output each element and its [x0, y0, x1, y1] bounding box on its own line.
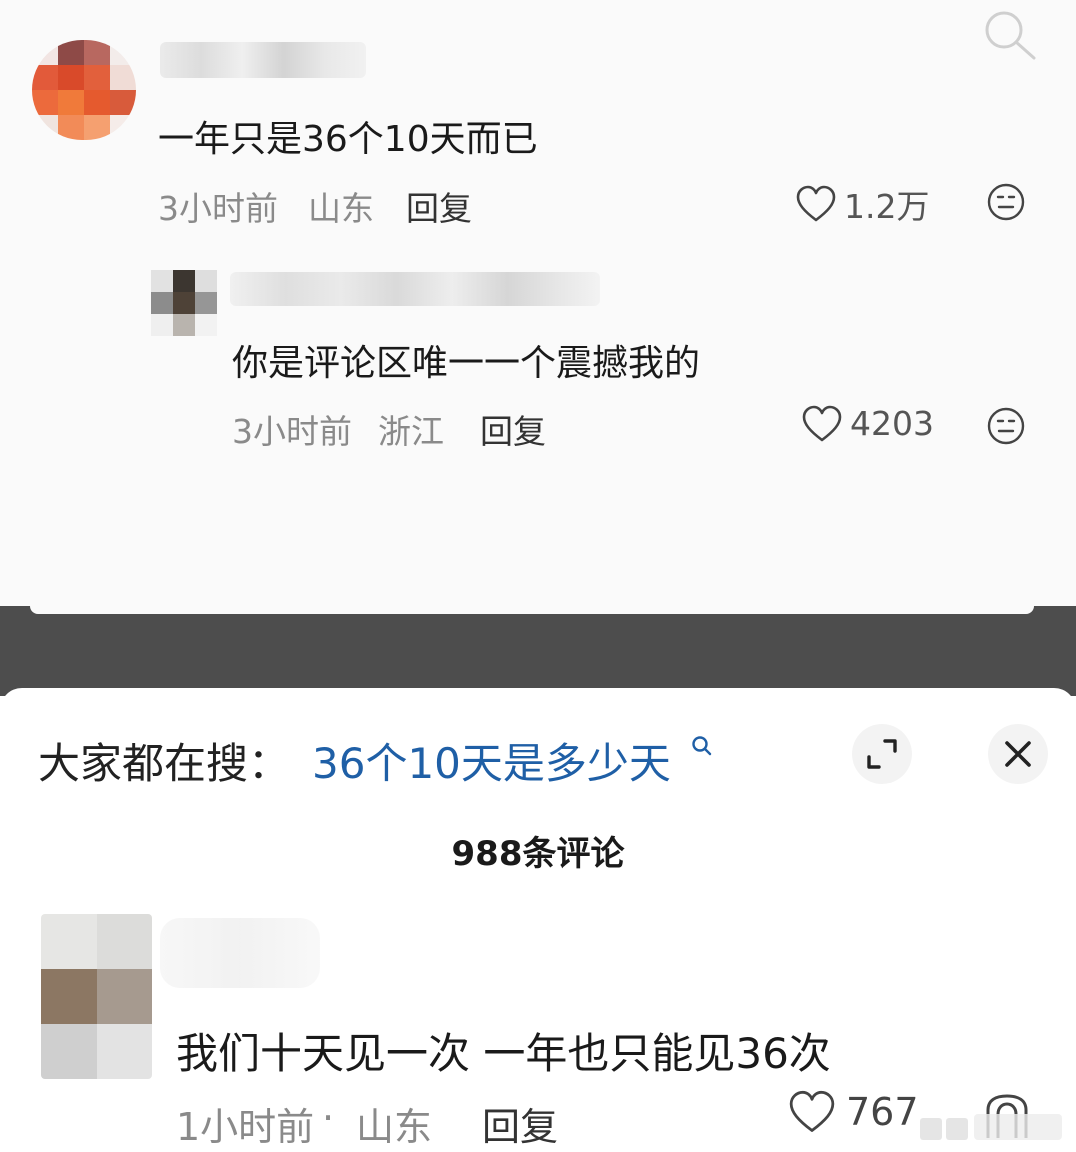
emoji-icon[interactable]: [986, 182, 1026, 222]
watermark-logo: [920, 1114, 1062, 1140]
heart-icon: [796, 185, 836, 222]
reply-button[interactable]: 回复: [406, 182, 472, 230]
avatar[interactable]: [32, 40, 136, 140]
expand-button[interactable]: [852, 724, 912, 784]
heart-icon: [802, 405, 842, 441]
reply-time: 3小时前: [232, 412, 352, 451]
comment-text: 一年只是36个10天而已: [158, 119, 538, 160]
like-button[interactable]: 4203: [802, 404, 934, 443]
avatar[interactable]: [41, 914, 152, 1079]
like-button[interactable]: 1.2万: [796, 180, 929, 228]
heart-icon: [789, 1090, 835, 1132]
reply-location: 浙江: [378, 412, 444, 451]
comment-time: 3小时前: [158, 189, 278, 228]
username-blurred: [160, 918, 320, 988]
comment-time: 1小时前: [176, 1105, 315, 1149]
close-button[interactable]: [988, 724, 1048, 784]
username-blurred: [160, 42, 366, 78]
trending-search-label: 大家都在搜：: [38, 739, 291, 788]
like-count: 4203: [850, 404, 934, 443]
comment-count: 988条评论: [451, 834, 625, 874]
screenshot-divider: [0, 606, 1076, 696]
close-icon: [1005, 741, 1031, 767]
comment-location: 山东: [356, 1105, 433, 1149]
meta-separator: ·: [322, 1096, 335, 1140]
reply-text: 你是评论区唯一一个震撼我的: [232, 343, 701, 384]
like-count: 1.2万: [844, 187, 930, 226]
comment-text: 我们十天见一次 一年也只能见36次: [176, 1029, 831, 1078]
reply-button[interactable]: 回复: [480, 405, 546, 453]
avatar[interactable]: [151, 270, 217, 336]
divider-edge: [30, 606, 1034, 614]
like-count: 767: [846, 1090, 919, 1134]
comment-location: 山东: [308, 189, 374, 228]
like-button[interactable]: 767: [788, 1090, 919, 1134]
expand-icon: [867, 739, 897, 769]
emoji-icon[interactable]: [986, 406, 1026, 446]
search-icon[interactable]: [980, 6, 1040, 62]
search-small-icon: [692, 736, 712, 756]
reply-button[interactable]: 回复: [482, 1096, 558, 1151]
username-blurred: [230, 272, 600, 306]
trending-search-link[interactable]: 36个10天是多少天: [312, 730, 671, 791]
